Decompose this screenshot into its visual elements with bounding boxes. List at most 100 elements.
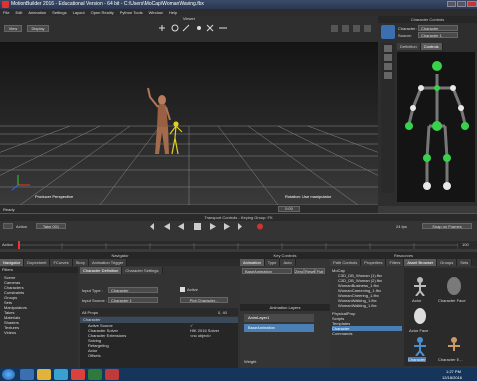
actor-icon[interactable] — [410, 276, 430, 296]
chrome-icon[interactable] — [71, 369, 85, 380]
status-text: Ready — [3, 207, 15, 212]
translate-tool-icon[interactable] — [384, 54, 392, 61]
tab-groups[interactable]: Groups — [437, 259, 458, 266]
live-button[interactable] — [3, 223, 13, 229]
head-effector — [432, 61, 442, 71]
reset-button[interactable]: Reset — [304, 268, 315, 274]
tab-animation[interactable]: Animation — [240, 259, 265, 266]
motionbuilder-taskbar-icon[interactable] — [105, 369, 119, 380]
fps-select[interactable]: 24 fps — [396, 224, 407, 229]
end-frame[interactable]: 100 — [462, 242, 469, 247]
character-figure[interactable] — [397, 52, 475, 202]
playhead — [18, 241, 20, 249]
tab-asset-browser[interactable]: Asset Browser — [404, 259, 438, 266]
left-hand-effector — [405, 122, 413, 130]
taskbar-date: 12/18/2016 — [442, 375, 463, 380]
time-field[interactable]: 0:00 — [278, 206, 300, 212]
character-face-label: Character Face — [438, 298, 466, 303]
viewport-scene — [0, 42, 378, 205]
source-label: Source: — [398, 33, 412, 38]
menu-open-reality[interactable]: Open Reality — [91, 10, 114, 15]
tab-character-definition[interactable]: Character Definition — [80, 267, 123, 274]
app-icon-taskbar[interactable] — [88, 369, 102, 380]
anim-layer-1[interactable]: AnimLayer1 — [244, 314, 314, 322]
layer-select[interactable]: BaseAnimation — [242, 268, 292, 274]
view-button[interactable]: View — [4, 25, 22, 32]
tab-story[interactable]: Story — [72, 259, 89, 266]
menu-animation[interactable]: Animation — [28, 10, 46, 15]
left-foot-effector — [423, 182, 431, 190]
right-elbow-effector — [458, 105, 464, 111]
stop-icon — [194, 223, 201, 230]
source-select[interactable]: Character 1 — [418, 32, 458, 38]
flat-button[interactable]: Flat — [315, 268, 325, 274]
media-icon[interactable] — [54, 369, 68, 380]
tab-controls[interactable]: Controls — [420, 43, 443, 50]
tab-dopesheet[interactable]: Dopesheet — [24, 259, 51, 266]
minimize-button[interactable] — [447, 1, 456, 7]
asset-item[interactable]: WomanWalking_1.fbx — [332, 303, 402, 308]
next-key-icon — [224, 223, 230, 230]
key-controls-title: Key Controls — [240, 252, 330, 259]
input-type-label: Input Type : — [82, 288, 103, 293]
left-knee-effector — [423, 154, 431, 162]
plot-character-button[interactable]: Plot Character... — [180, 297, 228, 303]
fk-icon[interactable] — [384, 72, 392, 79]
viewer-tools[interactable] — [330, 24, 375, 33]
active-checkbox[interactable] — [180, 287, 185, 292]
input-source-select[interactable]: Character 1 — [108, 297, 158, 303]
character-asset-label: Character — [408, 357, 426, 362]
start-button[interactable] — [2, 369, 15, 380]
tab-path-controls[interactable]: Path Controls — [330, 259, 362, 266]
manipulator-mode-label: Rotation: Use manipulator — [285, 194, 332, 199]
playback-buttons[interactable] — [150, 222, 280, 231]
property-row[interactable]: Offsets — [88, 353, 238, 358]
snap-select[interactable]: Snap on Frames — [422, 223, 472, 229]
menu-file[interactable]: File — [3, 10, 9, 15]
maximize-button[interactable] — [457, 1, 466, 7]
asset-folder[interactable]: Commands — [332, 331, 402, 336]
tree-item-videos[interactable]: Videos — [4, 330, 78, 335]
right-knee-effector — [443, 154, 451, 162]
timeline-ruler[interactable] — [18, 241, 458, 249]
tab-definition[interactable]: Definition — [397, 43, 421, 50]
menu-edit[interactable]: Edit — [15, 10, 22, 15]
tab-properties[interactable]: Properties — [361, 259, 387, 266]
timeline[interactable]: Action 100 — [0, 241, 477, 249]
tab-filters[interactable]: Filters — [386, 259, 405, 266]
manipulator-toolbar[interactable] — [155, 22, 230, 34]
tab-type[interactable]: Type — [264, 259, 281, 266]
rotate-tool-icon[interactable] — [384, 63, 392, 70]
take-select[interactable]: Take 001 — [36, 223, 66, 229]
menu-settings[interactable]: Settings — [52, 10, 66, 15]
right-hand-effector — [461, 122, 469, 130]
anim-layer-base[interactable]: BaseAnimation — [244, 324, 314, 332]
tab-sets[interactable]: Sets — [457, 259, 473, 266]
folder-icon[interactable] — [37, 369, 51, 380]
pin-icon[interactable] — [384, 45, 392, 52]
tab-auto[interactable]: Auto — [280, 259, 296, 266]
display-button[interactable]: Display — [27, 25, 49, 32]
character-extension-icon[interactable] — [444, 336, 464, 356]
input-type-select[interactable]: Character — [108, 287, 158, 293]
tab-animation-trigger[interactable]: Animation Trigger — [88, 259, 128, 266]
prop-filter-select[interactable]: All Props — [82, 310, 98, 315]
character-face-icon[interactable] — [444, 276, 464, 296]
play-icon — [210, 223, 216, 230]
menu-help[interactable]: Help — [169, 10, 177, 15]
ie-icon[interactable] — [20, 369, 34, 380]
menu-python-tools[interactable]: Python Tools — [120, 10, 143, 15]
tab-navigator[interactable]: Navigator — [0, 259, 25, 266]
3d-viewport[interactable]: Producer Perspective Rotation: Use manip… — [0, 42, 378, 205]
character-asset-icon[interactable] — [410, 336, 430, 356]
menu-window[interactable]: Window — [149, 10, 163, 15]
title-bar: MotionBuilder 2016 - Educational Version… — [0, 0, 477, 9]
character-select[interactable]: Character — [418, 25, 458, 31]
tab-fcurves[interactable]: FCurves — [50, 259, 73, 266]
zero-button[interactable]: Zero — [294, 268, 304, 274]
actor-face-icon[interactable] — [410, 306, 430, 326]
close-button[interactable] — [467, 1, 477, 7]
menu-layout[interactable]: Layout — [73, 10, 85, 15]
play-reverse-icon — [178, 223, 184, 230]
tab-character-settings[interactable]: Character Settings — [122, 267, 163, 274]
